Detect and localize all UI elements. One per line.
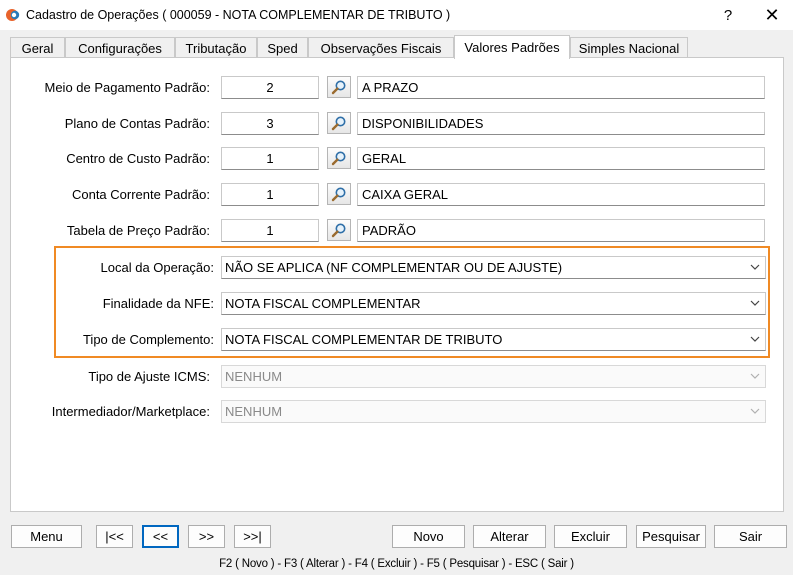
tabela-preco-search-button[interactable] bbox=[327, 219, 351, 241]
tipo-complemento-select[interactable]: NOTA FISCAL COMPLEMENTAR DE TRIBUTO bbox=[221, 328, 766, 351]
conta-corrente-description: CAIXA GERAL bbox=[357, 183, 765, 206]
plano-contas-description: DISPONIBILIDADES bbox=[357, 112, 765, 135]
centro-custo-label: Centro de Custo Padrão: bbox=[66, 151, 210, 166]
conta-corrente-code-input[interactable]: 1 bbox=[221, 183, 319, 206]
plano-contas-code-input[interactable]: 3 bbox=[221, 112, 319, 135]
tipo-complemento-label: Tipo de Complemento: bbox=[82, 332, 214, 347]
plano-contas-search-button[interactable] bbox=[327, 112, 351, 134]
meio-pagamento-description: A PRAZO bbox=[357, 76, 765, 99]
intermediador-select: NENHUM bbox=[221, 400, 766, 423]
menu-button[interactable]: Menu bbox=[11, 525, 82, 548]
chevron-down-icon bbox=[750, 336, 760, 342]
centro-custo-description: GERAL bbox=[357, 147, 765, 170]
next-record-button[interactable]: >> bbox=[188, 525, 225, 548]
previous-record-button[interactable]: << bbox=[142, 525, 179, 548]
centro-custo-code-input[interactable]: 1 bbox=[221, 147, 319, 170]
tab-tributacao[interactable]: Tributação bbox=[175, 37, 257, 58]
meio-pagamento-search-button[interactable] bbox=[327, 76, 351, 98]
magnifier-icon bbox=[331, 151, 346, 166]
local-operacao-select[interactable]: NÃO SE APLICA (NF COMPLEMENTAR OU DE AJU… bbox=[221, 256, 766, 279]
magnifier-icon bbox=[331, 116, 346, 131]
plano-contas-label: Plano de Contas Padrão: bbox=[64, 116, 210, 131]
centro-custo-search-button[interactable] bbox=[327, 147, 351, 169]
tab-sped[interactable]: Sped bbox=[257, 37, 308, 58]
tabela-preco-label: Tabela de Preço Padrão: bbox=[66, 223, 210, 238]
chevron-down-icon bbox=[750, 300, 760, 306]
tabela-preco-code-input[interactable]: 1 bbox=[221, 219, 319, 242]
conta-corrente-search-button[interactable] bbox=[327, 183, 351, 205]
tab-geral[interactable]: Geral bbox=[10, 37, 65, 58]
novo-button[interactable]: Novo bbox=[392, 525, 465, 548]
tipo-complemento-value: NOTA FISCAL COMPLEMENTAR DE TRIBUTO bbox=[225, 332, 503, 347]
tipo-ajuste-icms-label: Tipo de Ajuste ICMS: bbox=[88, 369, 210, 384]
magnifier-icon bbox=[331, 187, 346, 202]
finalidade-nfe-label: Finalidade da NFE: bbox=[102, 296, 214, 311]
last-record-button[interactable]: >>| bbox=[234, 525, 271, 548]
tab-observacoes-fiscais[interactable]: Observações Fiscais bbox=[308, 37, 454, 58]
first-record-button[interactable]: |<< bbox=[96, 525, 133, 548]
tipo-ajuste-icms-select: NENHUM bbox=[221, 365, 766, 388]
magnifier-icon bbox=[331, 223, 346, 238]
sair-button[interactable]: Sair bbox=[714, 525, 787, 548]
meio-pagamento-code-input[interactable]: 2 bbox=[221, 76, 319, 99]
local-operacao-value: NÃO SE APLICA (NF COMPLEMENTAR OU DE AJU… bbox=[225, 260, 563, 275]
tipo-ajuste-icms-value: NENHUM bbox=[225, 369, 283, 384]
excluir-button[interactable]: Excluir bbox=[554, 525, 627, 548]
pesquisar-button[interactable]: Pesquisar bbox=[636, 525, 706, 548]
tab-configuracoes[interactable]: Configurações bbox=[65, 37, 175, 58]
finalidade-nfe-value: NOTA FISCAL COMPLEMENTAR bbox=[225, 296, 421, 311]
app-logo-icon bbox=[6, 9, 20, 21]
finalidade-nfe-select[interactable]: NOTA FISCAL COMPLEMENTAR bbox=[221, 292, 766, 315]
conta-corrente-label: Conta Corrente Padrão: bbox=[71, 187, 210, 202]
help-button[interactable]: ? bbox=[706, 0, 750, 30]
intermediador-value: NENHUM bbox=[225, 404, 283, 419]
chevron-down-icon bbox=[750, 408, 760, 414]
close-window-button[interactable]: ✕ bbox=[750, 0, 793, 30]
chevron-down-icon bbox=[750, 264, 760, 270]
tab-valores-padroes[interactable]: Valores Padrões bbox=[454, 35, 570, 59]
local-operacao-label: Local da Operação: bbox=[100, 260, 214, 275]
window-title: Cadastro de Operações ( 000059 - NOTA CO… bbox=[26, 8, 451, 22]
alterar-button[interactable]: Alterar bbox=[473, 525, 546, 548]
tab-simples-nacional[interactable]: Simples Nacional bbox=[570, 37, 688, 58]
intermediador-label: Intermediador/Marketplace: bbox=[51, 404, 210, 419]
tabela-preco-description: PADRÃO bbox=[357, 219, 765, 242]
chevron-down-icon bbox=[750, 373, 760, 379]
status-bar-shortcuts: F2 ( Novo ) - F3 ( Alterar ) - F4 ( Excl… bbox=[219, 558, 574, 570]
magnifier-icon bbox=[331, 80, 346, 95]
meio-pagamento-label: Meio de Pagamento Padrão: bbox=[44, 80, 211, 95]
title-bar: Cadastro de Operações ( 000059 - NOTA CO… bbox=[0, 0, 793, 30]
